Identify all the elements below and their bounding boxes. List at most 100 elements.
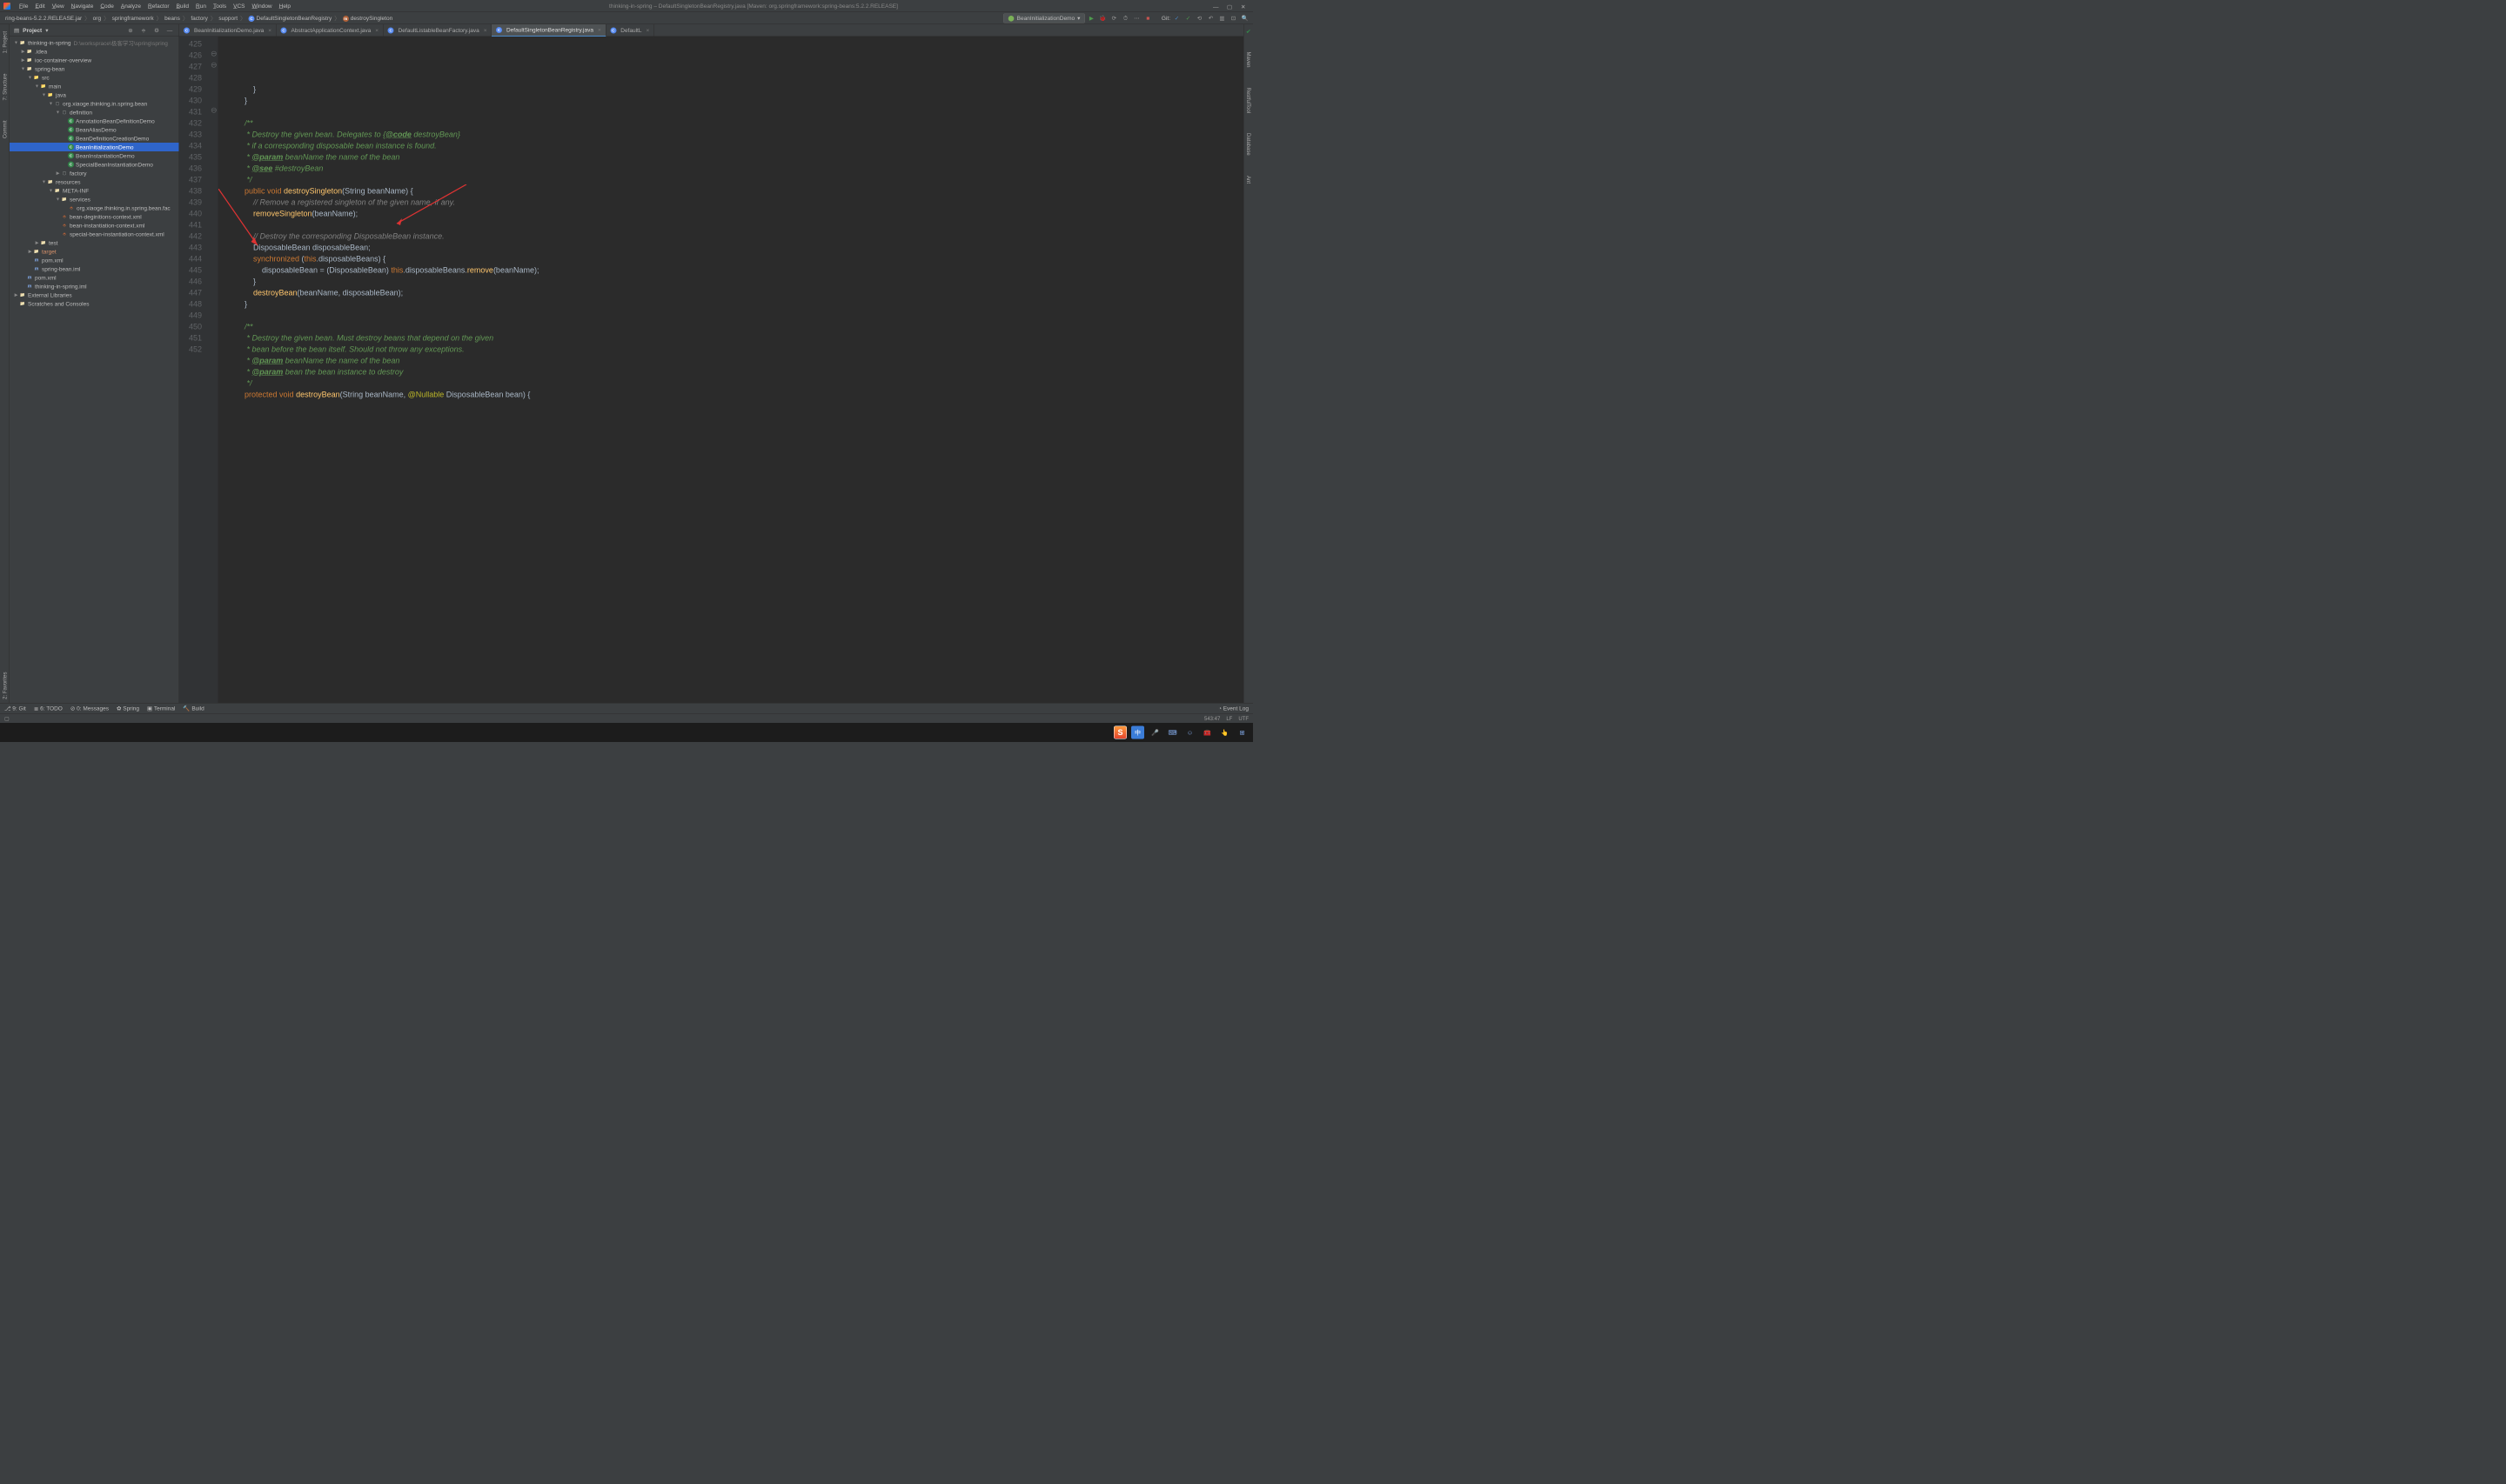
bottom-tab-spring[interactable]: ✿ Spring — [117, 705, 139, 712]
menu-file[interactable]: File — [16, 2, 31, 11]
menu-tools[interactable]: Tools — [210, 2, 230, 11]
maximize-icon[interactable]: ▢ — [1227, 3, 1232, 9]
tool-tab-structure[interactable]: 7: Structure — [1, 70, 9, 104]
tools-icon[interactable]: 🧰 — [1201, 726, 1214, 739]
breadcrumb[interactable]: factory — [189, 14, 210, 23]
tree-item[interactable]: special-bean-instantiation-context.xml — [10, 230, 179, 238]
tree-item[interactable]: ▶External Libraries — [10, 291, 179, 299]
menu-navigate[interactable]: Navigate — [68, 2, 97, 11]
sogou-ime-icon[interactable]: S — [1114, 726, 1127, 739]
tree-item[interactable]: pom.xml — [10, 273, 179, 282]
tree-item[interactable]: bean-deginitions-context.xml — [10, 212, 179, 221]
tree-item[interactable]: ▶factory — [10, 169, 179, 177]
tree-item[interactable]: thinking-in-spring.iml — [10, 282, 179, 291]
tree-item[interactable]: ▼org.xiaoge.thinking.in.spring.bean — [10, 99, 179, 108]
tool-tab-maven[interactable]: Maven — [1244, 49, 1252, 71]
tree-item[interactable]: ▶test — [10, 238, 179, 247]
tool-tab-database[interactable]: Database — [1244, 130, 1252, 159]
search-icon[interactable]: 🔍 — [1240, 13, 1250, 23]
menu-window[interactable]: Window — [249, 2, 276, 11]
apps-icon[interactable]: ⊞ — [1236, 726, 1249, 739]
tree-item[interactable]: BeanInstantiationDemo — [10, 151, 179, 160]
tree-item[interactable]: ▼services — [10, 195, 179, 204]
expand-icon[interactable]: ≑ — [139, 25, 149, 35]
hide-icon[interactable]: — — [165, 25, 175, 35]
menu-code[interactable]: Code — [97, 2, 117, 11]
bottom-tab-build[interactable]: 🔨 Build — [183, 705, 204, 712]
tree-item[interactable]: BeanInitializationDemo — [10, 143, 179, 151]
menu-help[interactable]: Help — [276, 2, 294, 11]
tree-item[interactable]: spring-bean.iml — [10, 264, 179, 273]
tool-tab-ant[interactable]: Ant — [1244, 172, 1252, 187]
tree-item[interactable]: ▼thinking-in-springD:\worksprace\极客学习\sp… — [10, 38, 179, 47]
breadcrumb[interactable]: CDefaultSingletonBeanRegistry — [247, 14, 334, 23]
menu-build[interactable]: Build — [173, 2, 192, 11]
tree-item[interactable]: ▶.idea — [10, 47, 179, 56]
box-icon[interactable]: ▥ — [1217, 13, 1227, 23]
tree-item[interactable]: ▼java — [10, 90, 179, 99]
breadcrumb[interactable]: org — [91, 14, 103, 23]
event-log-button[interactable]: ◔ Event Log — [1218, 705, 1249, 712]
tree-item[interactable]: ▼resources — [10, 177, 179, 186]
run-icon[interactable]: ▶ — [1087, 13, 1096, 23]
gear-icon[interactable]: ⚙ — [152, 25, 162, 35]
stop-icon[interactable]: ■ — [1143, 13, 1153, 23]
vcs-revert-icon[interactable]: ↶ — [1206, 13, 1216, 23]
status-icon[interactable]: ▢ — [4, 715, 10, 721]
bottom-tab-messages[interactable]: ⊘ 0: Messages — [70, 705, 109, 712]
close-icon[interactable]: × — [598, 27, 601, 34]
breadcrumb[interactable]: mdestroySingleton — [341, 14, 394, 23]
line-ending[interactable]: LF — [1226, 715, 1232, 721]
tree-item[interactable]: pom.xml — [10, 256, 179, 264]
menu-refactor[interactable]: Refactor — [144, 2, 173, 11]
tree-item[interactable]: ▶target — [10, 247, 179, 256]
bottom-tab-git[interactable]: ⎇ 9: Git — [4, 705, 26, 712]
tree-item[interactable]: ▼main — [10, 82, 179, 90]
tree-item[interactable]: BeanDefinitionCreationDemo — [10, 134, 179, 143]
menu-analyze[interactable]: Analyze — [117, 2, 144, 11]
close-icon[interactable]: × — [268, 27, 271, 34]
tree-item[interactable]: AnnotationBeanDefinitionDemo — [10, 117, 179, 125]
vcs-update-icon[interactable]: ✓ — [1172, 13, 1182, 23]
tree-item[interactable]: ▼spring-bean — [10, 64, 179, 73]
tree-item[interactable]: bean-instantiation-context.xml — [10, 221, 179, 230]
tool-tab-favorites[interactable]: 2: Favorites — [1, 669, 9, 703]
close-icon[interactable]: × — [375, 27, 379, 34]
tree-item[interactable]: ▼definition — [10, 108, 179, 117]
tool-tab-restful[interactable]: RestfulTool — [1244, 84, 1252, 117]
run-config-combo[interactable]: ⬤ BeanInitializationDemo ▾ — [1003, 13, 1085, 23]
vcs-history-icon[interactable]: ⟲ — [1195, 13, 1204, 23]
coverage-icon[interactable]: ⟳ — [1109, 13, 1119, 23]
bottom-tab-todo[interactable]: ≣ 6: TODO — [34, 705, 63, 712]
menu-run[interactable]: Run — [192, 2, 210, 11]
breadcrumb[interactable]: support — [217, 14, 239, 23]
editor-tab[interactable]: CBeanInitializationDemo.java× — [179, 24, 277, 37]
hand-icon[interactable]: 👆 — [1218, 726, 1231, 739]
tree-item[interactable]: ▼src — [10, 73, 179, 82]
debug-icon[interactable]: 🐞 — [1098, 13, 1108, 23]
editor-tab[interactable]: CAbstractApplicationContext.java× — [277, 24, 384, 37]
editor-code[interactable]: } } /** * Destroy the given bean. Delega… — [218, 37, 1243, 703]
attach-icon[interactable]: ⋯ — [1132, 13, 1142, 23]
keyboard-icon[interactable]: ⌨ — [1166, 726, 1179, 739]
project-tree[interactable]: ▼thinking-in-springD:\worksprace\极客学习\sp… — [10, 37, 179, 703]
menu-vcs[interactable]: VCS — [230, 2, 248, 11]
tree-item[interactable]: org.xiaoge.thinking.in.spring.bean.fac — [10, 204, 179, 212]
ime-lang-icon[interactable]: 中 — [1131, 726, 1144, 739]
minimize-icon[interactable]: — — [1213, 3, 1218, 9]
tree-item[interactable]: BeanAliasDemo — [10, 125, 179, 134]
breadcrumb[interactable]: beans — [163, 14, 182, 23]
locate-icon[interactable]: ⊕ — [126, 25, 136, 35]
breadcrumb[interactable]: springframework — [111, 14, 156, 23]
encoding[interactable]: UTF — [1238, 715, 1249, 721]
chevron-down-icon[interactable]: ▾ — [45, 27, 48, 34]
presentation-icon[interactable]: ⊡ — [1229, 13, 1238, 23]
editor-tab[interactable]: CDefaultL× — [606, 24, 654, 37]
tree-item[interactable]: ▶ioc-container-overview — [10, 56, 179, 64]
vcs-commit-icon[interactable]: ✓ — [1183, 13, 1193, 23]
editor-tab[interactable]: CDefaultSingletonBeanRegistry.java× — [492, 24, 606, 37]
close-icon[interactable]: ✕ — [1241, 3, 1246, 9]
mic-icon[interactable]: 🎤 — [1149, 726, 1162, 739]
close-icon[interactable]: × — [484, 27, 487, 34]
menu-view[interactable]: View — [49, 2, 68, 11]
